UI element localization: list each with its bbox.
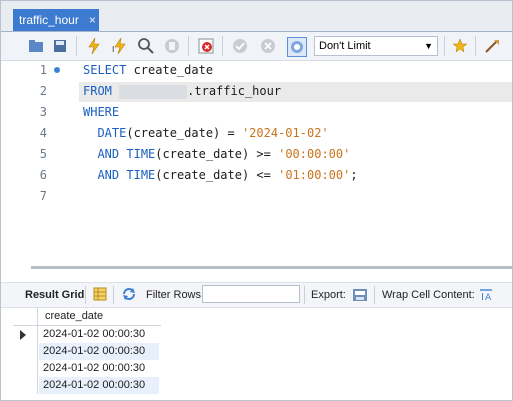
tab-traffic-hour[interactable]: traffic_hour × (13, 9, 99, 31)
line-number: 4 (39, 126, 47, 140)
editor-line: 5 AND TIME(create_date) >= '00:00:00' (1, 145, 512, 165)
toggle-error-icon[interactable] (197, 37, 215, 55)
table-row[interactable]: 2024-01-02 00:00:30 (13, 360, 161, 377)
wrap-cell-label: Wrap Cell Content: (382, 289, 475, 301)
keyword-and: AND (97, 168, 120, 182)
keyword-where: WHERE (83, 105, 120, 119)
table-cell[interactable]: 2024-01-02 00:00:30 (39, 326, 159, 343)
table-cell[interactable]: 2024-01-02 00:00:30 (39, 377, 159, 394)
editor-line: 1 SELECT create_date (1, 61, 512, 81)
svg-text:A: A (485, 293, 492, 302)
string-literal: '00:00:00' (278, 147, 351, 161)
table-name: .traffic_hour (187, 84, 282, 98)
sql-editor[interactable]: 1 SELECT create_date 2 FROM .traffic_hou… (1, 61, 512, 266)
chevron-down-icon: ▼ (424, 41, 433, 51)
line-number: 5 (39, 147, 47, 161)
tab-title: traffic_hour (19, 13, 79, 27)
execute-icon[interactable] (85, 37, 103, 55)
line-number: 1 (39, 63, 47, 77)
statement-marker-icon (54, 67, 60, 73)
filter-rows-input[interactable] (202, 285, 300, 303)
row-header-corner (13, 308, 38, 325)
function-time: TIME (126, 147, 156, 161)
current-row-arrow-icon (20, 330, 26, 340)
keyword-select: SELECT (83, 63, 127, 77)
redacted-schema (119, 84, 188, 99)
rollback-icon[interactable] (259, 37, 277, 55)
table-cell[interactable]: 2024-01-02 00:00:30 (39, 343, 159, 360)
save-icon[interactable] (51, 37, 69, 55)
line-number: 7 (39, 189, 47, 203)
function-date: DATE (97, 126, 127, 140)
beautify-icon[interactable] (483, 37, 501, 55)
limit-rows-value: Don't Limit (319, 40, 371, 52)
editor-line: 4 DATE(create_date) = '2024-01-02' (1, 124, 512, 144)
line-number: 6 (39, 168, 47, 182)
autocommit-icon[interactable] (287, 37, 307, 57)
string-literal: '01:00:00' (278, 168, 351, 182)
open-file-icon[interactable] (27, 37, 45, 55)
line-number: 3 (39, 105, 47, 119)
export-label: Export: (311, 289, 346, 301)
result-grid-tab[interactable]: Result Grid (25, 289, 84, 301)
keyword-from: FROM (83, 84, 112, 98)
result-grid: create_date 2024-01-02 00:00:30 2024-01-… (13, 308, 161, 394)
keyword-and: AND (97, 147, 120, 161)
query-editor-window: traffic_hour × I Don't Limit ▼ 1 SELECT … (0, 0, 513, 401)
table-row[interactable]: 2024-01-02 00:00:30 (13, 326, 161, 343)
editor-line: 3 WHERE (1, 103, 512, 123)
table-row[interactable]: 2024-01-02 00:00:30 (13, 377, 161, 394)
stop-icon[interactable] (163, 37, 181, 55)
editor-line: 2 FROM .traffic_hour (1, 82, 512, 102)
result-toolbar: Result Grid Filter Rows: Export: Wrap Ce… (1, 282, 512, 308)
svg-text:I: I (112, 45, 114, 54)
function-time: TIME (126, 168, 156, 182)
svg-text:I: I (481, 292, 484, 302)
limit-rows-select[interactable]: Don't Limit ▼ (314, 36, 438, 56)
grid-header: create_date (13, 308, 161, 326)
column-header-create-date[interactable]: create_date (45, 310, 103, 322)
tab-bar: traffic_hour × (1, 1, 512, 32)
wrap-text-icon[interactable]: IA (479, 288, 493, 305)
editor-line: 7 (1, 187, 512, 207)
line-number: 2 (39, 84, 47, 98)
table-cell[interactable]: 2024-01-02 00:00:30 (39, 360, 159, 377)
grid-view-icon[interactable] (93, 287, 107, 304)
close-icon[interactable]: × (89, 13, 96, 27)
string-literal: '2024-01-02' (241, 126, 329, 140)
table-row[interactable]: 2024-01-02 00:00:30 (13, 343, 161, 360)
bookmark-icon[interactable] (451, 37, 469, 55)
filter-rows-label: Filter Rows: (146, 289, 205, 301)
explain-icon[interactable] (137, 37, 155, 55)
execute-current-icon[interactable]: I (111, 37, 129, 55)
panel-splitter[interactable] (31, 266, 512, 269)
export-icon[interactable] (352, 287, 368, 306)
editor-toolbar: I Don't Limit ▼ (1, 32, 512, 61)
refresh-icon[interactable] (121, 287, 137, 304)
commit-icon[interactable] (231, 37, 249, 55)
editor-line: 6 AND TIME(create_date) <= '01:00:00'; (1, 166, 512, 186)
